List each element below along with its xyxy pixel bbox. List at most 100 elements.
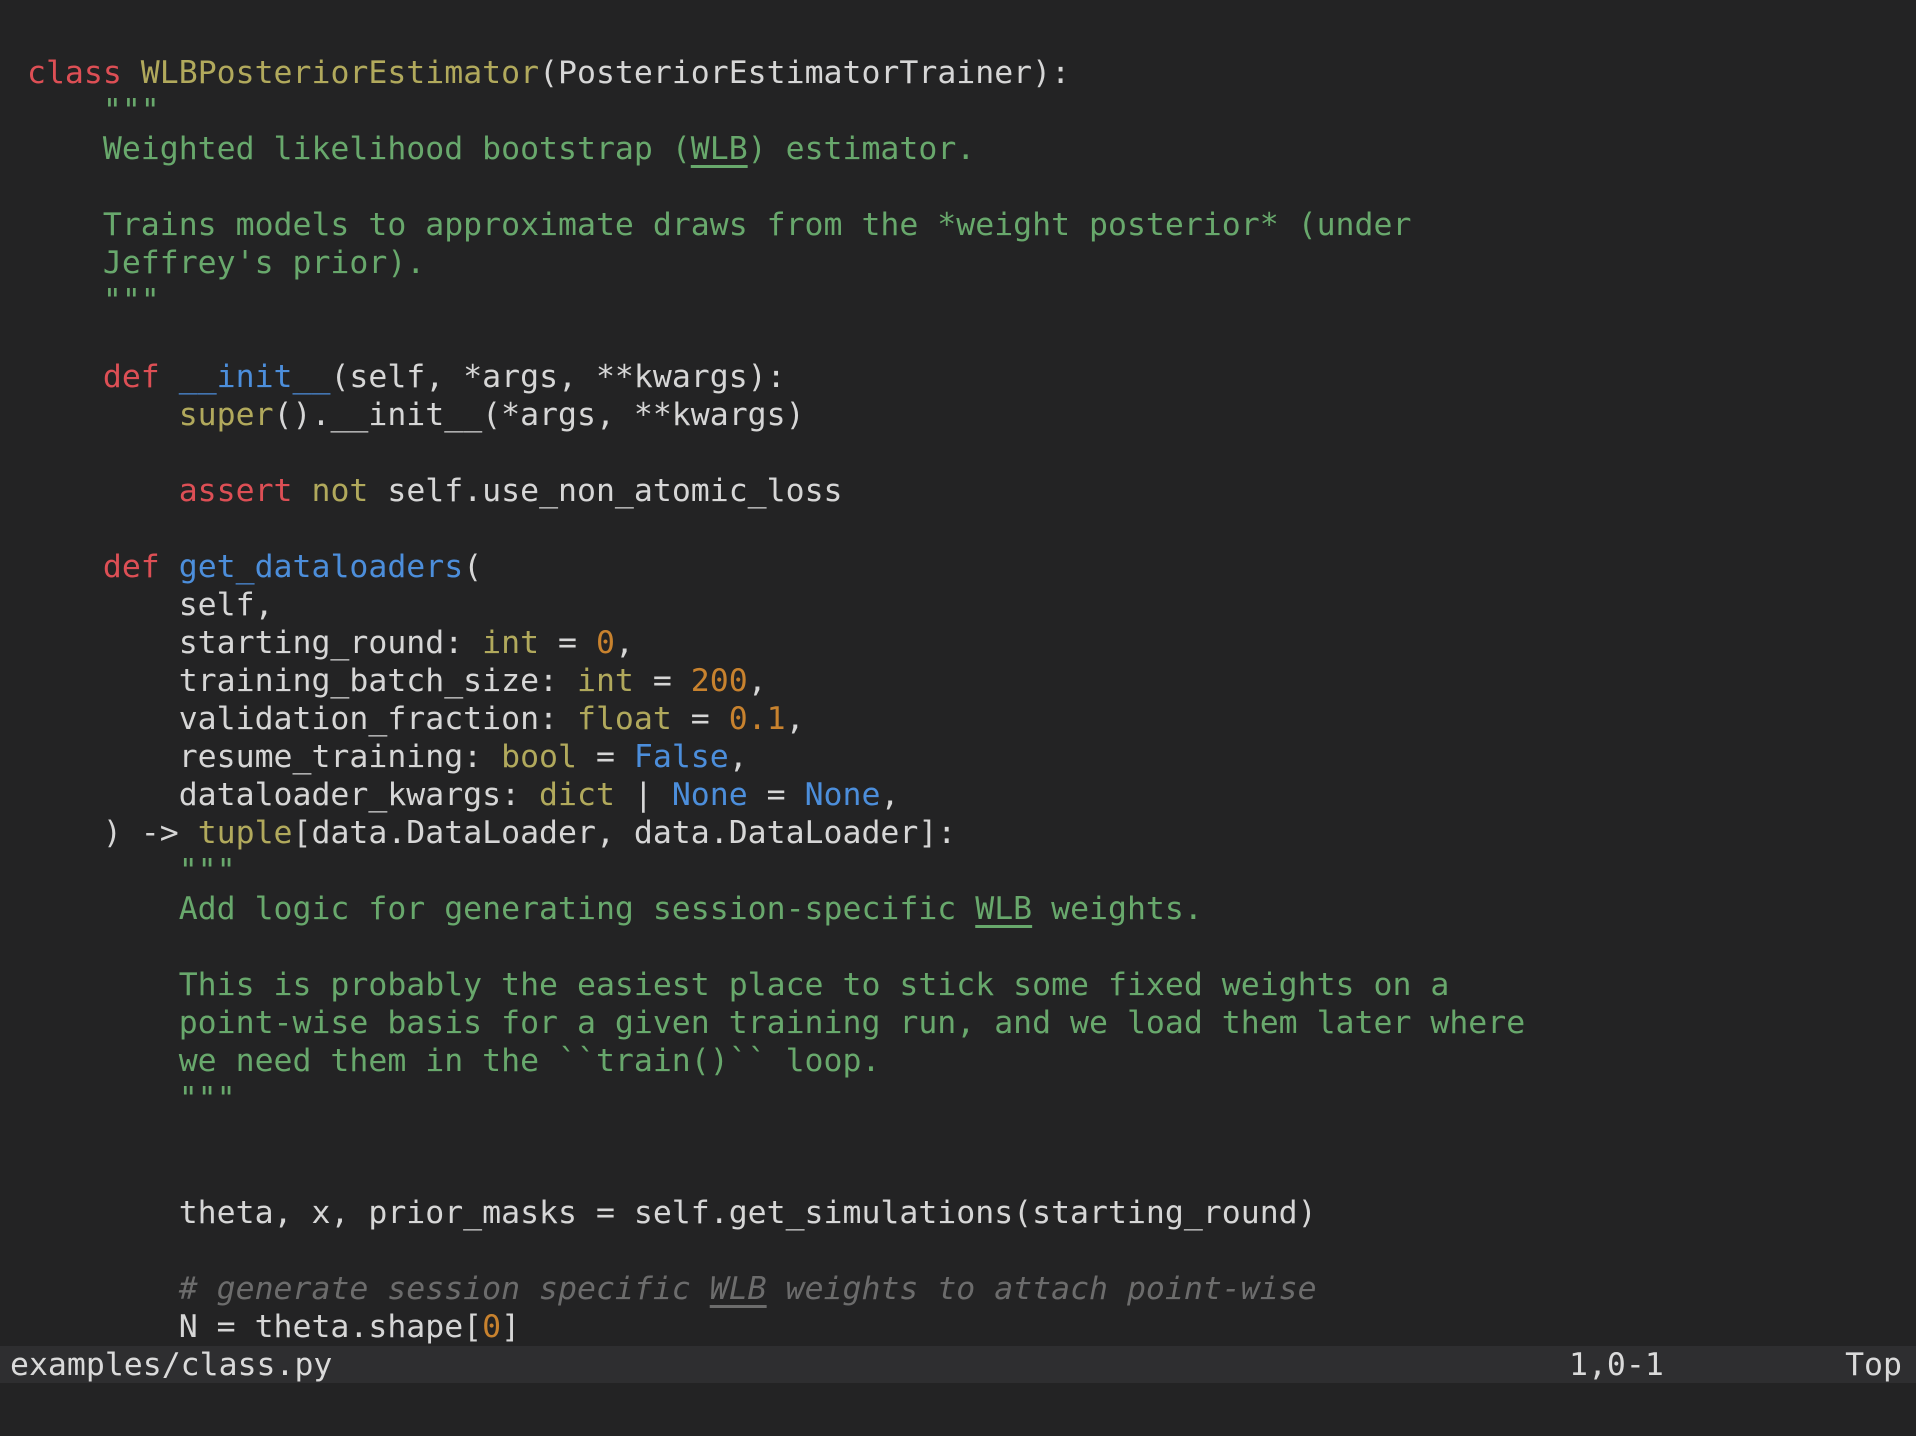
code-token-df: = <box>747 777 805 813</box>
code-token-str: Jeffrey's prior). <box>27 245 426 281</box>
code-token-df <box>122 55 141 91</box>
code-token-kw: def <box>102 549 160 585</box>
code-token-ty: super <box>178 397 274 433</box>
code-line[interactable]: training_batch_size: int = 200, <box>27 662 1916 700</box>
code-token-ty: WLBPosteriorEstimator <box>140 55 540 91</box>
code-token-df: self.use_non_atomic_loss <box>368 473 843 509</box>
code-token-com: # generate session specific <box>27 1271 710 1307</box>
code-token-df: ().__init__(*args, **kwargs) <box>273 397 805 433</box>
code-token-str: Add logic for generating session-specifi… <box>27 891 976 927</box>
code-token-df: , <box>785 701 805 737</box>
code-token-df: N = theta.shape[ <box>27 1309 483 1345</box>
code-token-df <box>160 549 179 585</box>
code-line[interactable]: # generate session specific WLB weights … <box>27 1270 1916 1308</box>
code-line[interactable]: Add logic for generating session-specifi… <box>27 890 1916 928</box>
code-token-com: weights to attach point-wise <box>766 1271 1317 1307</box>
scroll-position-indicator: Top <box>1845 1346 1902 1383</box>
code-line[interactable]: assert not self.use_non_atomic_loss <box>27 472 1916 510</box>
code-token-df: = <box>633 663 691 699</box>
code-area[interactable]: class WLBPosteriorEstimator(PosteriorEst… <box>0 0 1916 1346</box>
code-token-blue: None <box>804 777 881 813</box>
code-token-df: ] <box>501 1309 521 1345</box>
code-line[interactable] <box>27 510 1916 548</box>
code-line[interactable]: """ <box>27 852 1916 890</box>
code-token-ty: float <box>576 701 672 737</box>
code-line[interactable]: Weighted likelihood bootstrap (WLB) esti… <box>27 130 1916 168</box>
code-token-df: dataloader_kwargs: <box>27 777 540 813</box>
code-line[interactable] <box>27 320 1916 358</box>
code-token-df: (self, *args, **kwargs): <box>330 359 786 395</box>
code-token-comU: WLB <box>709 1271 767 1307</box>
command-line[interactable] <box>0 1383 1916 1436</box>
code-line[interactable]: we need them in the ``train()`` loop. <box>27 1042 1916 1080</box>
code-line[interactable]: """ <box>27 92 1916 130</box>
code-line[interactable] <box>27 168 1916 206</box>
code-line[interactable] <box>27 1232 1916 1270</box>
code-token-str: This is probably the easiest place to st… <box>27 967 1450 1003</box>
code-token-fn: __init__ <box>178 359 331 395</box>
code-line[interactable]: Trains models to approximate draws from … <box>27 206 1916 244</box>
code-line[interactable]: point-wise basis for a given training ru… <box>27 1004 1916 1042</box>
code-token-ty: int <box>576 663 634 699</box>
code-line[interactable] <box>27 1118 1916 1156</box>
code-line[interactable]: theta, x, prior_masks = self.get_simulat… <box>27 1194 1916 1232</box>
code-token-blue: False <box>633 739 729 775</box>
code-token-str: Trains models to approximate draws from … <box>27 207 1412 243</box>
code-token-df: , <box>747 663 767 699</box>
code-token-df: theta, x, prior_masks = self.get_simulat… <box>27 1195 1317 1231</box>
code-line[interactable]: """ <box>27 1080 1916 1118</box>
code-token-num: 0 <box>482 1309 502 1345</box>
code-token-str: """ <box>27 283 160 319</box>
code-line[interactable]: N = theta.shape[0] <box>27 1308 1916 1346</box>
code-token-df <box>160 359 179 395</box>
code-token-str: point-wise basis for a given training ru… <box>27 1005 1526 1041</box>
code-line[interactable]: dataloader_kwargs: dict | None = None, <box>27 776 1916 814</box>
code-token-str: """ <box>27 93 160 129</box>
code-token-str: weights. <box>1032 891 1203 927</box>
code-line[interactable]: super().__init__(*args, **kwargs) <box>27 396 1916 434</box>
code-token-df: = <box>576 739 634 775</box>
code-token-str: """ <box>27 853 236 889</box>
code-line[interactable]: validation_fraction: float = 0.1, <box>27 700 1916 738</box>
code-token-df: , <box>614 625 634 661</box>
code-token-str: we need them in the ``train()`` loop. <box>27 1043 881 1079</box>
code-token-str: """ <box>27 1081 236 1117</box>
code-line[interactable]: class WLBPosteriorEstimator(PosteriorEst… <box>27 54 1916 92</box>
code-line[interactable]: self, <box>27 586 1916 624</box>
code-token-df: = <box>539 625 596 661</box>
code-token-str: Weighted likelihood bootstrap ( <box>27 131 691 167</box>
code-token-df: resume_training: <box>27 739 502 775</box>
code-line[interactable]: Jeffrey's prior). <box>27 244 1916 282</box>
code-line[interactable]: def __init__(self, *args, **kwargs): <box>27 358 1916 396</box>
code-token-strU: WLB <box>690 131 748 167</box>
code-token-kw: class <box>27 55 122 91</box>
code-line[interactable]: """ <box>27 282 1916 320</box>
code-token-df: , <box>728 739 748 775</box>
code-token-df: = <box>671 701 729 737</box>
code-line[interactable]: This is probably the easiest place to st… <box>27 966 1916 1004</box>
code-token-df: ) -> <box>27 815 198 851</box>
code-token-kw: def <box>102 359 160 395</box>
code-token-ty: dict <box>539 777 615 813</box>
code-line[interactable] <box>27 434 1916 472</box>
code-line[interactable]: resume_training: bool = False, <box>27 738 1916 776</box>
code-token-df: validation_fraction: <box>27 701 577 737</box>
statusbar-filename: examples/class.py <box>10 1346 333 1383</box>
code-token-df: , <box>880 777 900 813</box>
code-token-num: 200 <box>690 663 748 699</box>
code-line[interactable]: def get_dataloaders( <box>27 548 1916 586</box>
vim-window: class WLBPosteriorEstimator(PosteriorEst… <box>0 0 1916 1436</box>
code-token-df: training_batch_size: <box>27 663 577 699</box>
code-token-df: ( <box>463 549 483 585</box>
code-line[interactable] <box>27 1156 1916 1194</box>
code-token-df: | <box>614 777 672 813</box>
code-line[interactable]: starting_round: int = 0, <box>27 624 1916 662</box>
code-token-ty: int <box>482 625 540 661</box>
code-token-df <box>27 397 179 433</box>
code-token-ty: not <box>311 473 369 509</box>
code-line[interactable] <box>27 928 1916 966</box>
code-line[interactable]: ) -> tuple[data.DataLoader, data.DataLoa… <box>27 814 1916 852</box>
code-token-ty: tuple <box>197 815 293 851</box>
status-bar: examples/class.py 1,0-1 Top <box>0 1346 1916 1383</box>
code-token-df <box>27 549 103 585</box>
